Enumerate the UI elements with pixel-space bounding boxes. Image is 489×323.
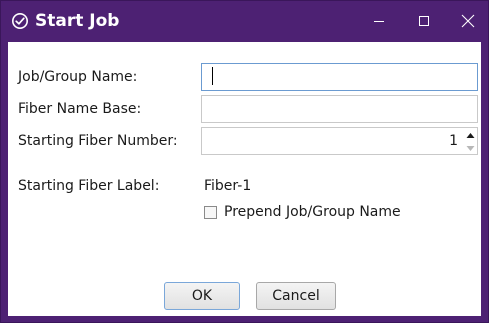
number-spinner[interactable] [464, 127, 478, 155]
increment-button[interactable] [465, 129, 476, 141]
cancel-button[interactable]: Cancel [256, 282, 336, 310]
job-group-name-input[interactable] [201, 63, 478, 91]
prepend-job-group-name-option[interactable]: Prepend Job/Group Name [204, 202, 401, 222]
text-caret [212, 67, 213, 85]
maximize-icon [419, 16, 429, 26]
close-button[interactable] [448, 1, 488, 41]
fiber-name-base-input[interactable] [201, 95, 478, 123]
starting-fiber-label-value: Fiber-1 [204, 178, 252, 194]
minimize-icon [374, 21, 384, 22]
prepend-checkbox-label[interactable]: Prepend Job/Group Name [224, 203, 401, 221]
starting-fiber-label-label: Starting Fiber Label: [18, 178, 160, 194]
fiber-name-base-label: Fiber Name Base: [18, 101, 142, 117]
starting-fiber-number-value: 1 [449, 133, 458, 149]
caret-up-icon [466, 132, 475, 138]
job-group-name-label: Job/Group Name: [18, 69, 138, 85]
dialog-title: Start Job [35, 11, 120, 31]
dialog-body: Job/Group Name: Fiber Name Base: Startin… [8, 42, 481, 316]
start-job-dialog: Start Job Job/Group Name: Fiber Name Bas… [0, 0, 489, 323]
caret-down-icon [466, 145, 475, 151]
check-circle-icon [12, 13, 28, 29]
prepend-checkbox[interactable] [204, 205, 217, 219]
starting-fiber-number-label: Starting Fiber Number: [18, 133, 178, 149]
ok-button[interactable]: OK [164, 282, 240, 310]
starting-fiber-number-input[interactable]: 1 [201, 127, 464, 155]
close-icon [461, 14, 475, 28]
decrement-button[interactable] [465, 142, 476, 154]
maximize-button[interactable] [404, 1, 444, 41]
title-bar[interactable]: Start Job [1, 1, 488, 41]
minimize-button[interactable] [359, 1, 399, 41]
